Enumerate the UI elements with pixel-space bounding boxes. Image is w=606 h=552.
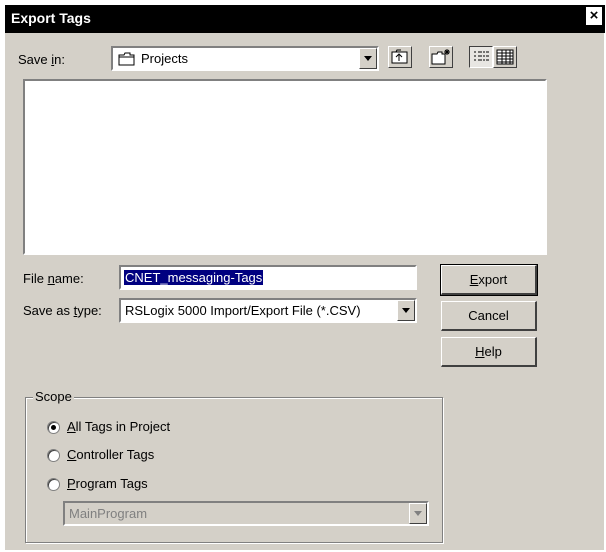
- chevron-down-icon: [409, 503, 427, 524]
- save-as-type-value: RSLogix 5000 Import/Export File (*.CSV): [125, 303, 361, 318]
- new-folder-icon: [431, 49, 450, 65]
- list-view-icon: [474, 51, 489, 61]
- up-folder-icon: [391, 49, 408, 64]
- help-button[interactable]: Help: [441, 337, 537, 367]
- new-folder-button[interactable]: [429, 46, 453, 68]
- file-name-value: CNET_messaging-Tags: [124, 270, 264, 285]
- save-in-value: Projects: [141, 51, 188, 66]
- file-name-input[interactable]: CNET_messaging-Tags: [119, 265, 417, 290]
- file-list-pane[interactable]: [23, 79, 547, 255]
- chevron-down-icon[interactable]: [397, 300, 415, 321]
- scope-legend: Scope: [33, 389, 74, 404]
- details-view-icon: [496, 49, 514, 65]
- controller-tags-label[interactable]: Controller Tags: [67, 447, 154, 462]
- export-tags-dialog: Export Tags Save in: Projects File name:…: [4, 4, 605, 550]
- program-tags-label[interactable]: Program Tags: [67, 476, 148, 491]
- title-bar: Export Tags: [5, 5, 605, 33]
- program-tags-radio[interactable]: [47, 478, 60, 491]
- all-tags-label[interactable]: All Tags in Project: [67, 419, 170, 434]
- save-in-label: Save in:: [18, 52, 65, 67]
- chevron-down-icon[interactable]: [359, 48, 377, 69]
- details-view-button[interactable]: [493, 46, 517, 68]
- all-tags-radio[interactable]: [47, 421, 60, 434]
- controller-tags-radio[interactable]: [47, 449, 60, 462]
- up-folder-button[interactable]: [388, 46, 412, 68]
- program-select: MainProgram: [63, 501, 429, 526]
- cancel-button[interactable]: Cancel: [441, 301, 537, 331]
- close-icon[interactable]: ×: [586, 7, 602, 25]
- folder-icon: [118, 52, 136, 69]
- save-in-dropdown[interactable]: Projects: [111, 46, 379, 71]
- list-view-button[interactable]: [469, 46, 493, 68]
- save-as-type-label: Save as type:: [23, 303, 102, 318]
- file-name-label: File name:: [23, 271, 84, 286]
- save-as-type-dropdown[interactable]: RSLogix 5000 Import/Export File (*.CSV): [119, 298, 417, 323]
- dialog-title: Export Tags: [11, 10, 91, 26]
- export-button[interactable]: Export: [440, 264, 538, 296]
- program-select-value: MainProgram: [69, 506, 148, 521]
